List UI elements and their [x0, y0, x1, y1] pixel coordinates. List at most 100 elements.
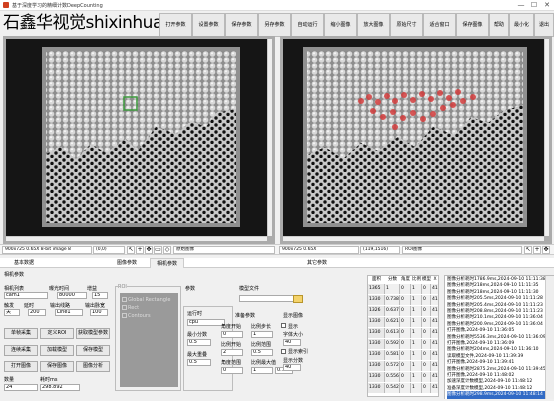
exit-button[interactable]: 退出: [534, 13, 554, 37]
close-icon[interactable]: ✕: [542, 1, 552, 10]
table-cell: 416.2: [431, 361, 439, 371]
vertical-scrollbar[interactable]: [544, 39, 549, 236]
roi-checkbox[interactable]: [122, 305, 127, 310]
table-cell: 1: [411, 306, 422, 316]
table-row[interactable]: 13651010416.2: [368, 284, 440, 294]
pulse-width-input[interactable]: 100: [90, 309, 108, 316]
eraser-tool-icon[interactable]: ◇: [163, 246, 171, 254]
model-file-input[interactable]: [239, 295, 301, 302]
right-image-info: 900x725 0.65X: [279, 246, 359, 254]
help-button[interactable]: 帮助: [489, 13, 509, 37]
roi-checkbox[interactable]: [122, 297, 127, 302]
horizontal-scrollbar[interactable]: [283, 236, 544, 241]
minimize-app-button[interactable]: 最小化: [509, 13, 534, 37]
log-scrollbar[interactable]: [545, 276, 554, 399]
zoom-tool-icon[interactable]: +: [136, 246, 144, 254]
tab-other-params[interactable]: 其它参数: [300, 258, 334, 268]
show-checkbox[interactable]: [281, 323, 286, 328]
output-line-select[interactable]: Line1: [55, 309, 83, 316]
maximize-icon[interactable]: ☐: [529, 1, 539, 10]
table-row[interactable]: 13300.556010416.2: [368, 372, 440, 382]
load-model-button[interactable]: 加载模型: [40, 345, 74, 356]
table-cell: 0.592: [385, 339, 400, 349]
table-cell: 1: [411, 350, 422, 360]
scale-max-input[interactable]: 1: [251, 367, 273, 374]
zoom-tool-icon[interactable]: +: [533, 246, 541, 254]
open-image-button[interactable]: 打开图像: [4, 361, 38, 372]
vertical-scrollbar[interactable]: [267, 39, 272, 236]
original-image-viewer[interactable]: [3, 36, 275, 244]
rect-tool-icon[interactable]: ▭: [154, 246, 162, 254]
show-index-checkbox[interactable]: [281, 349, 286, 354]
angle-range-input[interactable]: 0: [221, 367, 243, 374]
column-header: X: [433, 277, 437, 282]
save-params-button[interactable]: 保存参数: [225, 13, 258, 37]
roi-list[interactable]: Global Rectangle Rect Contours: [120, 293, 178, 387]
output-line-label: 输出线路: [50, 303, 71, 309]
save-as-params-button[interactable]: 另存参数: [258, 13, 291, 37]
horizontal-scrollbar[interactable]: [6, 236, 267, 241]
roi-image-graphic: [283, 39, 544, 236]
pointer-tool-icon[interactable]: ↖: [127, 246, 135, 254]
display-label: 显示图像: [283, 313, 304, 319]
folder-icon[interactable]: [293, 295, 303, 303]
roi-image-viewer[interactable]: [280, 36, 552, 244]
table-row[interactable]: 13300.592010416.2: [368, 339, 440, 349]
show-score-input[interactable]: 40: [283, 364, 301, 371]
count-value: 24: [4, 384, 38, 391]
runtime-select[interactable]: cpu: [187, 319, 225, 326]
delay-input[interactable]: 200: [28, 309, 46, 316]
angle-start-input[interactable]: 0: [221, 331, 243, 338]
ratio-range-input[interactable]: 0.5: [251, 349, 273, 356]
pointer-tool-icon[interactable]: ↖: [524, 246, 532, 254]
table-cell: 0.613: [385, 328, 400, 338]
font-size-input[interactable]: 40: [283, 339, 301, 346]
table-row[interactable]: 13300.572010416.2: [368, 361, 440, 371]
single-capture-button[interactable]: 单帧采集: [4, 328, 38, 339]
zoom-in-button[interactable]: 放大图像: [357, 13, 390, 37]
analyze-image-button[interactable]: 图像分析: [76, 361, 110, 372]
roi-item[interactable]: Rect: [128, 305, 139, 311]
exposure-input[interactable]: 80000: [57, 292, 87, 299]
pan-tool-icon[interactable]: ✥: [542, 246, 550, 254]
fit-window-button[interactable]: 适合窗口: [423, 13, 456, 37]
roi-item[interactable]: Global Rectangle: [128, 297, 170, 303]
roi-checkbox[interactable]: [122, 313, 127, 318]
angle-start-label: 比例开始: [221, 342, 242, 348]
minimize-icon[interactable]: —: [516, 1, 526, 10]
pan-tool-icon[interactable]: ✥: [145, 246, 153, 254]
table-cell: 0.556: [385, 372, 400, 382]
save-image-button[interactable]: 保存图像: [456, 13, 489, 37]
table-cell: 1: [411, 383, 422, 393]
tab-image-params[interactable]: 图像参数: [110, 258, 144, 268]
log-list[interactable]: 图像分析耗时1786.9ms,2024-09-10 11:11:38 图像分析耗时…: [444, 275, 554, 399]
zoom-out-button[interactable]: 缩小图像: [324, 13, 357, 37]
ratio-step-input[interactable]: 1: [251, 331, 273, 338]
save-model-button[interactable]: 保存模型: [76, 345, 110, 356]
table-row[interactable]: 13300.738010416.2: [368, 295, 440, 305]
save-image-panel-button[interactable]: 保存图像: [40, 361, 74, 372]
min-score-input[interactable]: 0.5: [187, 339, 211, 346]
table-cell: 416.2: [431, 295, 439, 305]
get-model-params-button[interactable]: 获取模型参数: [76, 328, 110, 339]
table-row[interactable]: 13300.542010416.2: [368, 383, 440, 393]
camera-select[interactable]: cam1: [4, 292, 48, 299]
max-overlap-input[interactable]: 0.5: [187, 359, 211, 366]
tab-basic-data[interactable]: 基本数据: [4, 258, 44, 268]
gain-input[interactable]: 15: [92, 292, 108, 299]
tab-camera-params[interactable]: 相机参数: [150, 258, 184, 268]
roi-item[interactable]: Contours: [128, 313, 151, 319]
table-row[interactable]: 13300.621010416.2: [368, 317, 440, 327]
original-size-button[interactable]: 原始尺寸: [390, 13, 423, 37]
log-entry[interactable]: 图像分析耗时298.9ms,2024-09-10 11:48:14: [447, 391, 545, 399]
trigger-select[interactable]: 关: [4, 309, 20, 316]
auto-run-button[interactable]: 自动运行: [291, 13, 324, 37]
table-row[interactable]: 13300.613010416.2: [368, 328, 440, 338]
ratio-start-input[interactable]: 2: [221, 349, 243, 356]
continuous-capture-button[interactable]: 连续采集: [4, 345, 38, 356]
table-row[interactable]: 13300.581010416.2: [368, 350, 440, 360]
set-params-button[interactable]: 设置参数: [192, 13, 225, 37]
open-params-button[interactable]: 打开参数: [159, 13, 192, 37]
table-row[interactable]: 13260.637010416.2: [368, 306, 440, 316]
define-roi-button[interactable]: 定义ROI: [40, 328, 74, 339]
